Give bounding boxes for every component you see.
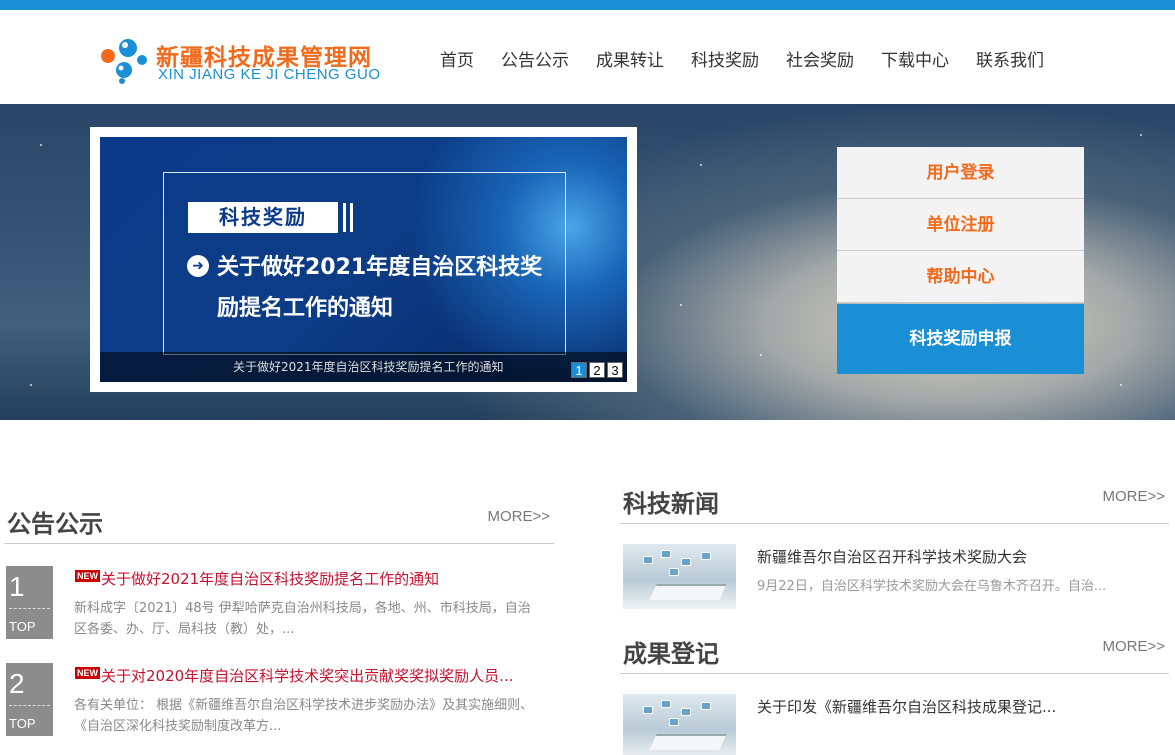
announcements-section: 公告公示 MORE>> 1 TOP NEW 关于做好2021年度自治区科技奖励提… [4,490,554,736]
notice-title-link[interactable]: 关于做好2021年度自治区科技奖励提名工作的通知 [101,568,551,589]
top-accent-bar [0,0,1175,10]
news-thumbnail[interactable] [623,544,736,609]
rank-top-label: TOP [9,716,36,731]
notice-summary: 各有关单位： 根据《新疆维吾尔自治区科学技术进步奖励办法》及其实施细则、《自治区… [74,698,534,734]
site-header: 新疆科技成果管理网 XIN JIANG KE JI CHENG GUO 首页 公… [0,10,1175,104]
list-item: 2 TOP NEW 关于对2020年度自治区科学技术奖突出贡献奖奖拟奖励人员..… [4,663,554,753]
slide-image[interactable]: 科技奖励 ➜ 关于做好2021年度自治区科技奖 励提名工作的通知 关于做好202… [100,137,627,382]
logo-molecule-icon [101,39,147,84]
hero-banner: 科技奖励 ➜ 关于做好2021年度自治区科技奖 励提名工作的通知 关于做好202… [0,104,1175,420]
rank-number: 2 [9,668,25,699]
announcements-title: 公告公示 [7,510,103,538]
slider-page-1[interactable]: 1 [571,362,587,378]
right-column: 科技新闻 MORE>> 新疆维吾尔自治区召开科学技术奖励大会 9月22日，自治区… [620,470,1169,755]
nav-home[interactable]: 首页 [440,46,474,71]
registry-title: 成果登记 [623,640,719,668]
slide-tag-bars [343,203,353,232]
slide-headline-line2: 励提名工作的通知 [217,296,394,321]
news-summary: 9月22日，自治区科学技术奖励大会在乌鲁木齐召开。自治... [757,579,1107,594]
news-slider[interactable]: 科技奖励 ➜ 关于做好2021年度自治区科技奖 励提名工作的通知 关于做好202… [90,127,637,392]
notice-summary: 新科成字〔2021〕48号 伊犁哈萨克自治州科技局，各地、州、市科技局，自治区各… [74,601,531,637]
new-badge: NEW [75,570,100,582]
main-nav: 首页 公告公示 成果转让 科技奖励 社会奖励 下载中心 联系我们 [440,46,1071,71]
registry-title-link[interactable]: 关于印发《新疆维吾尔自治区科技成果登记... [757,696,1056,717]
slide-caption[interactable]: 关于做好2021年度自治区科技奖励提名工作的通知 [100,352,627,382]
user-login-button[interactable]: 用户登录 [837,147,1084,199]
tech-news-header: 科技新闻 MORE>> [620,470,1169,524]
rank-number: 1 [9,571,25,602]
help-center-button[interactable]: 帮助中心 [837,251,1084,303]
tech-news-more-link[interactable]: MORE>> [1102,488,1165,505]
nav-contact[interactable]: 联系我们 [976,46,1044,71]
slider-page-3[interactable]: 3 [607,362,623,378]
slide-headline-line1: 关于做好2021年度自治区科技奖 [217,255,543,280]
rank-badge: 2 TOP [6,663,53,736]
unit-register-button[interactable]: 单位注册 [837,199,1084,251]
nav-announcements[interactable]: 公告公示 [501,46,569,71]
new-badge: NEW [75,667,100,679]
registry-thumbnail[interactable] [623,694,736,755]
news-title-link[interactable]: 新疆维吾尔自治区召开科学技术奖励大会 [757,546,1027,567]
tech-news-title: 科技新闻 [623,490,719,518]
notice-title-link[interactable]: 关于对2020年度自治区科学技术奖突出贡献奖奖拟奖励人员... [101,665,551,686]
nav-downloads[interactable]: 下载中心 [881,46,949,71]
nav-transfer[interactable]: 成果转让 [596,46,664,71]
award-apply-button[interactable]: 科技奖励申报 [837,304,1084,374]
slider-page-2[interactable]: 2 [589,362,605,378]
site-logo[interactable]: 新疆科技成果管理网 XIN JIANG KE JI CHENG GUO [98,38,408,88]
nav-social-awards[interactable]: 社会奖励 [786,46,854,71]
quick-links-panel: 用户登录 单位注册 帮助中心 科技奖励申报 [837,147,1084,374]
registry-more-link[interactable]: MORE>> [1102,638,1165,655]
slide-category-tag: 科技奖励 [188,202,338,233]
announcements-header: 公告公示 MORE>> [4,490,554,544]
list-item: 关于印发《新疆维吾尔自治区科技成果登记... [620,690,1169,755]
rank-top-label: TOP [9,619,36,634]
announcements-more-link[interactable]: MORE>> [487,508,550,525]
arrow-right-icon: ➜ [187,255,209,277]
rank-badge: 1 TOP [6,566,53,639]
nav-tech-awards[interactable]: 科技奖励 [691,46,759,71]
registry-header: 成果登记 MORE>> [620,620,1169,674]
slider-pagination: 1 2 3 [569,362,623,378]
logo-english-text: XIN JIANG KE JI CHENG GUO [158,66,381,83]
list-item: 1 TOP NEW 关于做好2021年度自治区科技奖励提名工作的通知 新科成字〔… [4,566,554,656]
